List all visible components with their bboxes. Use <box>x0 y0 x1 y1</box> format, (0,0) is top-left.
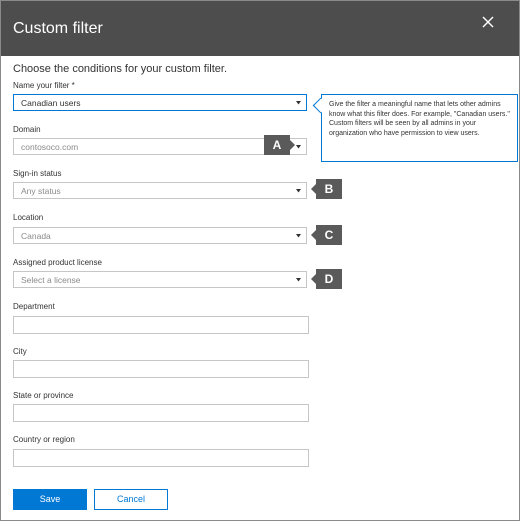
callout-arrow <box>290 140 295 150</box>
dialog-title: Custom filter <box>13 20 103 37</box>
license-dropdown[interactable]: Select a license <box>13 271 307 288</box>
chevron-down-icon <box>296 145 301 149</box>
name-filter-dropdown[interactable]: Canadian users <box>13 94 307 111</box>
save-button[interactable]: Save <box>13 489 87 510</box>
chevron-down-icon <box>296 189 301 193</box>
location-value: Canada <box>21 231 51 241</box>
state-input[interactable] <box>13 404 309 422</box>
location-dropdown[interactable]: Canada <box>13 227 307 244</box>
location-label: Location <box>13 213 44 222</box>
department-label: Department <box>13 302 55 311</box>
callout-c: C <box>311 225 342 245</box>
callout-b: B <box>311 179 342 199</box>
close-icon[interactable] <box>479 13 497 31</box>
signin-label: Sign-in status <box>13 169 62 178</box>
name-tooltip: Give the filter a meaningful name that l… <box>312 94 518 162</box>
tooltip-beak <box>312 97 329 114</box>
signin-status-dropdown[interactable]: Any status <box>13 182 307 199</box>
name-filter-value: Canadian users <box>21 98 81 108</box>
callout-c-label: C <box>324 228 334 242</box>
license-label: Assigned product license <box>13 258 102 267</box>
cancel-button[interactable]: Cancel <box>94 489 168 510</box>
country-input[interactable] <box>13 449 309 467</box>
department-input[interactable] <box>13 316 309 334</box>
callout-b-label: B <box>324 182 334 196</box>
chevron-down-icon <box>296 234 301 238</box>
intro-text: Choose the conditions for your custom fi… <box>13 63 227 75</box>
tooltip-text: Give the filter a meaningful name that l… <box>329 101 510 137</box>
domain-dropdown[interactable]: contosoco.com <box>13 138 307 155</box>
name-label: Name your filter * <box>13 81 75 90</box>
callout-a-label: A <box>272 138 282 152</box>
domain-label: Domain <box>13 125 41 134</box>
chevron-down-icon <box>296 278 301 282</box>
city-input[interactable] <box>13 360 309 378</box>
callout-a: A <box>264 135 295 155</box>
state-label: State or province <box>13 391 74 400</box>
callout-d: D <box>311 269 342 289</box>
city-label: City <box>13 347 27 356</box>
custom-filter-dialog: Custom filter Choose the conditions for … <box>0 0 520 521</box>
dialog-header: Custom filter <box>1 1 519 56</box>
callout-d-label: D <box>324 272 334 286</box>
domain-value: contosoco.com <box>21 142 79 152</box>
signin-status-value: Any status <box>21 186 61 196</box>
license-value: Select a license <box>21 275 81 285</box>
chevron-down-icon <box>296 101 301 105</box>
country-label: Country or region <box>13 435 75 444</box>
